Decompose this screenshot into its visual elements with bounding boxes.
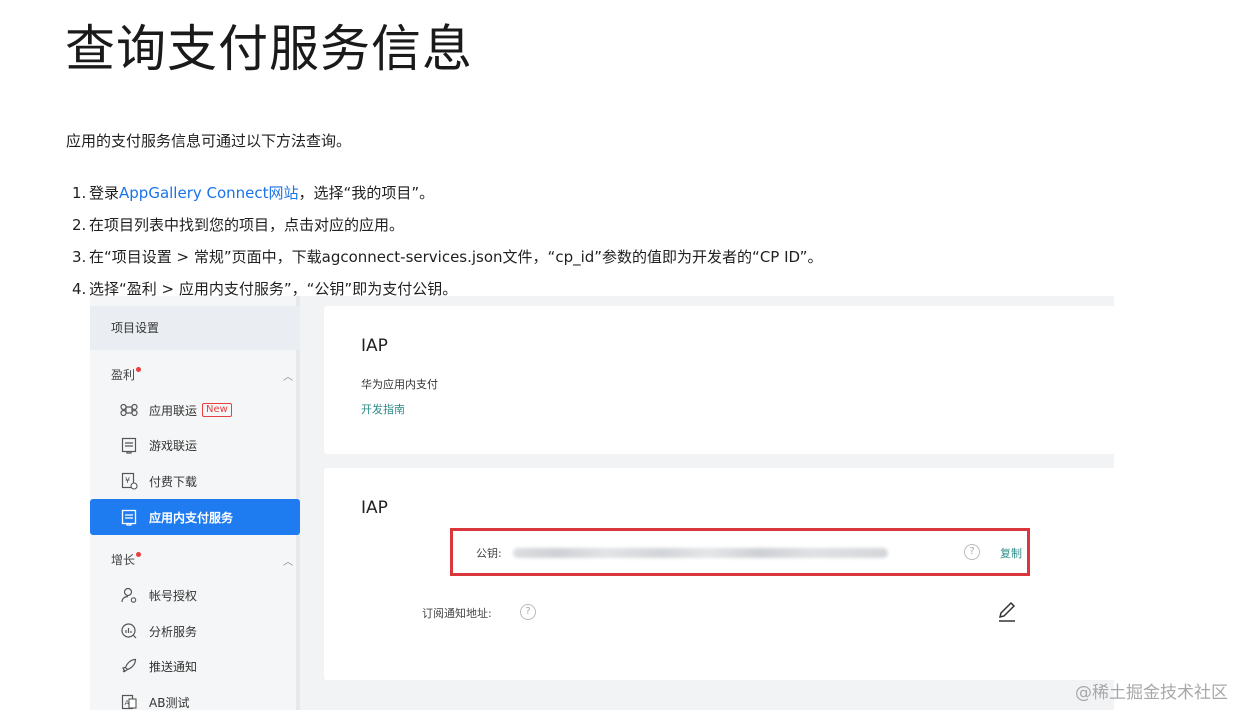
help-icon[interactable]: ? <box>520 604 536 620</box>
chevron-up-icon[interactable]: ︿ <box>283 368 293 383</box>
step-1: 1. 登录AppGallery Connect网站，选择“我的项目”。 <box>72 177 822 209</box>
new-badge: New <box>202 403 232 417</box>
dev-guide-link[interactable]: 开发指南 <box>361 401 405 417</box>
iap-info-card: IAP 华为应用内支付 开发指南 <box>324 306 1114 454</box>
card-title: IAP <box>361 336 388 356</box>
edit-icon[interactable] <box>996 601 1018 623</box>
paid-download-icon: ¥ <box>120 472 138 490</box>
step-number: 3. <box>72 248 87 266</box>
sidebar-item-label: 推送通知 <box>149 659 198 674</box>
sidebar-item-label: 分析服务 <box>149 624 198 639</box>
account-icon <box>120 586 138 604</box>
appgallery-connect-link[interactable]: AppGallery Connect网站 <box>119 184 299 202</box>
ab-test-icon: A <box>120 693 138 710</box>
analytics-icon <box>120 622 138 640</box>
sidebar-item-label: 游戏联运 <box>149 438 198 453</box>
step-3: 3. 在“项目设置 > 常规”页面中，下载agconnect-services.j… <box>72 241 822 273</box>
public-key-label: 公钥: <box>476 547 502 560</box>
sidebar-group-label: 盈利 <box>111 368 136 382</box>
step-number: 1. <box>72 184 87 202</box>
sidebar-item-game-distribution[interactable]: 游戏联运 <box>90 427 300 463</box>
step-2: 2. 在项目列表中找到您的项目，点击对应的应用。 <box>72 209 822 241</box>
sidebar-item-label: 应用内支付服务 <box>149 510 234 525</box>
notification-dot <box>136 552 142 557</box>
sidebar-item-label: 付费下载 <box>149 474 198 489</box>
sidebar-item-label: 帐号授权 <box>149 588 198 603</box>
step-number: 2. <box>72 216 87 234</box>
step-text: 在“项目设置 > 常规”页面中，下载agconnect-services.jso… <box>89 248 823 266</box>
sidebar-item-app-distribution[interactable]: 应用联运 New <box>90 392 300 428</box>
help-icon[interactable]: ? <box>964 544 980 560</box>
public-key-value-blurred <box>513 548 888 558</box>
sidebar-item-ab-test[interactable]: A AB测试 <box>90 684 300 710</box>
svg-text:¥: ¥ <box>125 476 130 485</box>
console-screenshot: 项目设置 盈利 ︿ 应用联运 New 游戏联运 ¥ 付费下载 应用内支付服务 增… <box>90 296 1114 710</box>
sidebar-item-label: AB测试 <box>149 695 190 710</box>
step-number: 4. <box>72 280 87 298</box>
card-subtitle: 华为应用内支付 <box>361 378 438 391</box>
sidebar-group-monetize[interactable]: 盈利 <box>111 366 142 383</box>
copy-button[interactable]: 复制 <box>1000 545 1022 561</box>
public-key-highlight: 公钥: ? 复制 <box>450 528 1030 576</box>
chevron-up-icon[interactable]: ︿ <box>283 553 293 568</box>
sidebar-item-in-app-payment[interactable]: 应用内支付服务 <box>90 499 300 535</box>
watermark: @稀土掘金技术社区 <box>1075 683 1228 703</box>
sidebar-group-growth[interactable]: 增长 <box>111 551 142 568</box>
console-sidebar: 项目设置 盈利 ︿ 应用联运 New 游戏联运 ¥ 付费下载 应用内支付服务 增… <box>90 296 300 710</box>
notification-dot <box>136 367 142 372</box>
sidebar-item-push[interactable]: 推送通知 <box>90 648 300 684</box>
sidebar-item-analytics[interactable]: 分析服务 <box>90 613 300 649</box>
steps-list: 1. 登录AppGallery Connect网站，选择“我的项目”。 2. 在项目… <box>72 177 822 305</box>
sidebar-item-project-settings[interactable]: 项目设置 <box>90 306 300 350</box>
sidebar-item-account-auth[interactable]: 帐号授权 <box>90 577 300 613</box>
sidebar-item-paid-download[interactable]: ¥ 付费下载 <box>90 463 300 499</box>
card-title: IAP <box>361 498 388 518</box>
step-text: 在项目列表中找到您的项目，点击对应的应用。 <box>89 216 405 234</box>
in-app-payment-icon <box>120 508 138 526</box>
page-title: 查询支付服务信息 <box>65 20 473 78</box>
iap-key-card: IAP 公钥: ? 复制 订阅通知地址: ? <box>324 468 1114 680</box>
intro-text: 应用的支付服务信息可通过以下方法查询。 <box>66 132 352 150</box>
gamepad-icon <box>120 436 138 454</box>
sidebar-group-label: 增长 <box>111 553 136 567</box>
step-text: ，选择“我的项目”。 <box>298 184 435 202</box>
sidebar-item-label: 应用联运 <box>149 403 198 418</box>
notify-url-label: 订阅通知地址: <box>422 607 492 620</box>
rocket-icon <box>120 657 138 675</box>
command-icon <box>120 401 138 419</box>
step-text: 登录 <box>89 184 120 202</box>
